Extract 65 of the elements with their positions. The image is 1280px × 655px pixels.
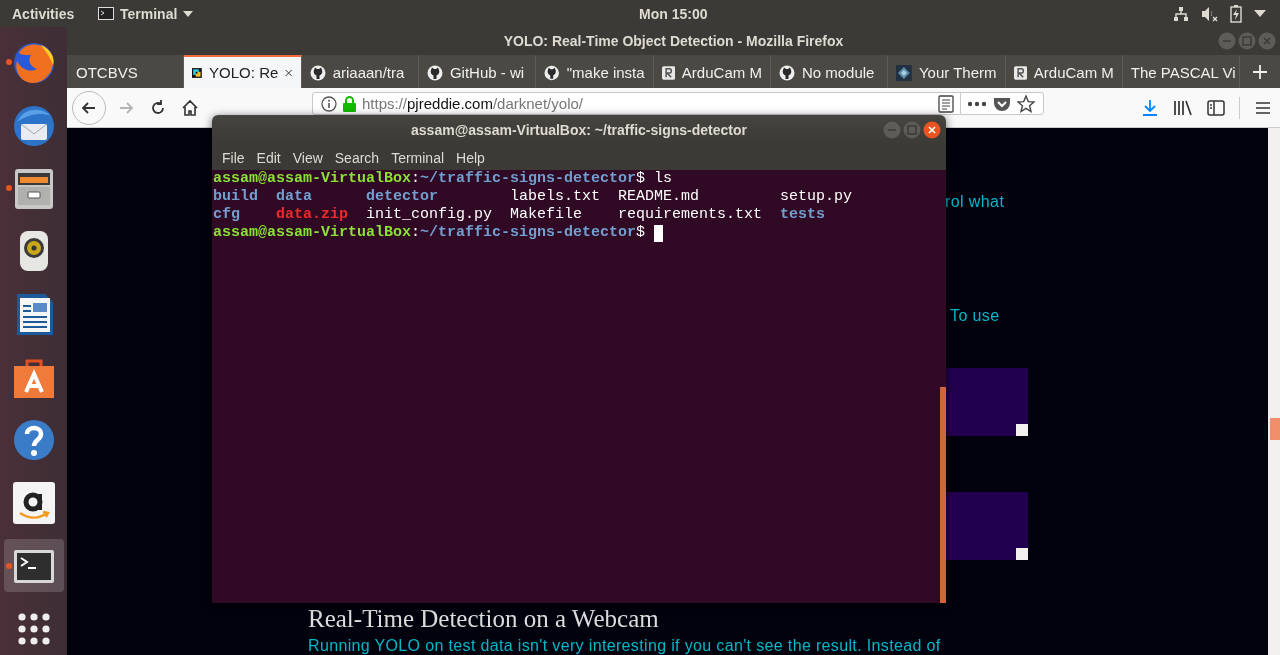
menu-item[interactable]: View <box>287 149 328 166</box>
sidebar-icon[interactable] <box>1207 99 1225 116</box>
caret-icon[interactable] <box>1254 10 1266 17</box>
file-name: detector <box>366 188 438 206</box>
menu-item[interactable]: File <box>217 149 250 166</box>
window-title: YOLO: Real-Time Object Detection - Mozilla Firefox <box>503 33 844 49</box>
github-cat-icon <box>426 64 443 81</box>
prompt-line: assam@assam-VirtualBox:~/traffic-signs-detector$ <box>213 224 647 242</box>
body-text: To use <box>950 307 1000 325</box>
file-name: data.zip <box>276 206 348 224</box>
body-text: Running YOLO on test data isn't very interesting if you can't see the result. Instead of <box>308 637 941 655</box>
app-grid-icon <box>16 611 51 646</box>
info-icon[interactable] <box>321 95 337 112</box>
clock[interactable]: Mon 15:00 <box>639 5 708 22</box>
file-name: requirements.txt <box>618 206 763 224</box>
caret-icon <box>183 10 194 17</box>
file-name: Makefile <box>510 206 583 224</box>
browser-tab[interactable]: YOLO: Re <box>184 55 302 88</box>
close-button[interactable] <box>923 121 941 139</box>
menu-item[interactable]: Help <box>451 149 490 166</box>
window-title: assam@assam-VirtualBox: ~/traffic-signs-detector <box>411 122 747 138</box>
activities-button[interactable]: Activities <box>0 5 88 22</box>
file-name: setup.py <box>780 188 853 206</box>
github-cat-icon <box>544 64 560 81</box>
pocket-icon[interactable] <box>993 95 1011 112</box>
address-field[interactable]: https://pjreddie.com/darknet/yolo/ <box>312 92 1044 115</box>
file-name: cfg <box>213 206 240 224</box>
url-text: https://pjreddie.com/darknet/yolo/ <box>362 95 584 112</box>
volume-muted-icon[interactable] <box>1201 5 1218 22</box>
scrollbar[interactable] <box>1268 128 1280 655</box>
file-name: data <box>276 188 312 206</box>
dock-button[interactable] <box>3 539 64 592</box>
app-menu[interactable]: Terminal <box>120 5 178 22</box>
file-name: tests <box>780 206 826 224</box>
github-cat-icon <box>778 64 795 81</box>
sketch-r-icon <box>661 64 675 81</box>
scrollbar-thumb[interactable] <box>1270 418 1280 440</box>
reader-view-icon[interactable] <box>938 94 954 113</box>
star-icon[interactable] <box>1017 94 1035 113</box>
home-icon <box>180 97 200 118</box>
sketch-r-icon <box>1013 64 1027 81</box>
file-name: README.md <box>618 188 700 206</box>
diamond-grid-icon <box>896 64 912 81</box>
resize-grip[interactable] <box>1016 548 1028 560</box>
plus-icon <box>1252 63 1269 80</box>
menu-icon[interactable] <box>1254 99 1272 116</box>
section-heading: Real-Time Detection on a Webcam <box>308 605 659 633</box>
library-icon[interactable] <box>1173 98 1193 117</box>
file-name: build <box>213 188 258 206</box>
network-icon[interactable] <box>1173 5 1189 22</box>
menu-item[interactable]: Search <box>329 149 385 166</box>
body-text: rol what <box>945 193 1005 211</box>
terminal-icon <box>98 7 114 20</box>
prompt-line: assam@assam-VirtualBox:~/traffic-signs-detector$ ls <box>213 170 673 188</box>
scrollbar-thumb[interactable] <box>940 387 946 603</box>
battery-icon[interactable] <box>1230 4 1242 23</box>
github-cat-icon <box>309 64 326 81</box>
more-icon[interactable] <box>967 100 987 107</box>
file-name: init_config.py <box>366 206 493 224</box>
resize-grip[interactable] <box>1016 424 1028 436</box>
menu-item[interactable]: Edit <box>251 149 286 166</box>
menu-item[interactable]: Terminal <box>386 149 450 166</box>
download-icon[interactable] <box>1141 98 1159 117</box>
file-name: labels.txt <box>510 188 601 206</box>
lock-icon <box>343 95 356 112</box>
